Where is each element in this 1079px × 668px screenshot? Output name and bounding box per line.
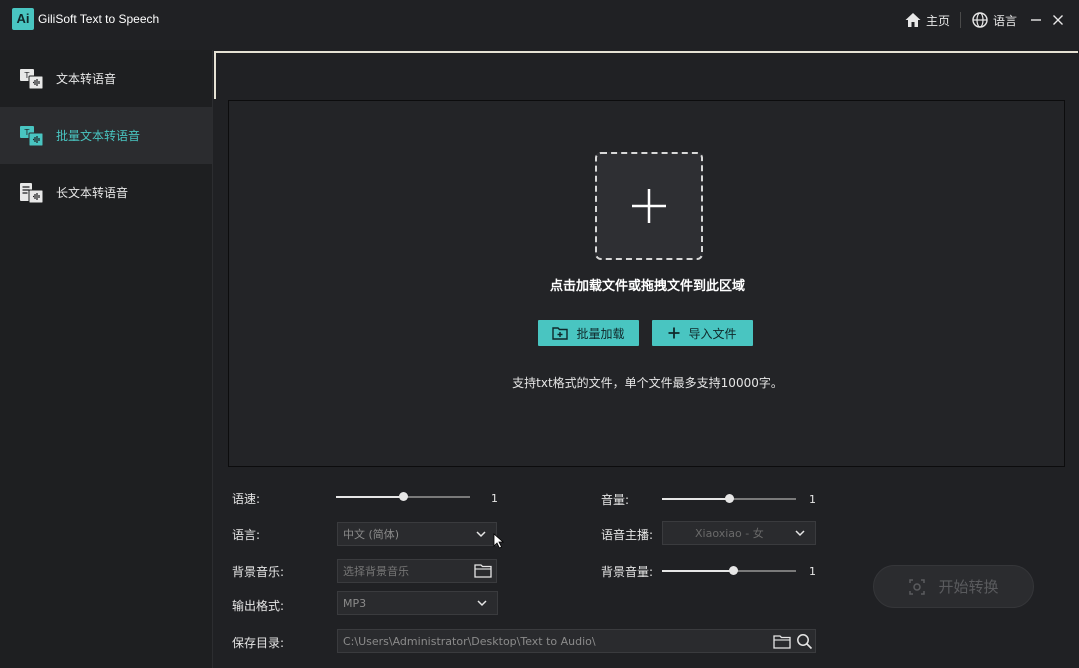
import-file-button[interactable]: 导入文件 — [652, 320, 753, 346]
sidebar-item-long-text-to-speech[interactable]: 长文本转语音 — [0, 164, 212, 221]
volume-value: 1 — [809, 493, 816, 506]
add-file-box[interactable] — [595, 152, 703, 260]
title-bar: Ai GiliSoft Text to Speech 主页 语言 — [0, 0, 1079, 40]
output-format-value: MP3 — [343, 596, 367, 610]
sidebar-item-text-to-speech[interactable]: T 文本转语音 — [0, 50, 212, 107]
globe-icon — [972, 12, 988, 28]
start-convert-label: 开始转换 — [938, 578, 999, 596]
language-label: 语言 — [992, 13, 1017, 28]
save-dir-field[interactable]: C:\Users\Administrator\Desktop\Text to A… — [337, 629, 816, 653]
language-field-label: 语言: — [232, 528, 261, 542]
sidebar-item-label: 批量文本转语音 — [56, 129, 141, 143]
bg-music-field[interactable] — [337, 559, 497, 583]
title-bar-actions: 主页 语言 — [898, 10, 1067, 30]
slider-knob[interactable] — [729, 566, 739, 575]
volume-label: 音量: — [601, 493, 630, 507]
supported-format-note: 支持txt格式的文件，单个文件最多支持10000字。 — [512, 376, 783, 390]
batch-load-button[interactable]: 批量加载 — [538, 320, 639, 346]
save-dir-label: 保存目录: — [232, 636, 285, 650]
sidebar-item-label: 长文本转语音 — [56, 186, 129, 200]
folder-icon[interactable] — [773, 634, 791, 650]
bg-volume-label: 背景音量: — [601, 565, 654, 579]
bg-volume-slider[interactable] — [662, 565, 796, 577]
drop-instruction: 点击加载文件或拖拽文件到此区域 — [549, 279, 745, 294]
sidebar: T 文本转语音 T 批量文本转语音 长文本转语音 — [0, 50, 213, 668]
long-text-to-speech-icon — [20, 182, 44, 203]
import-file-label: 导入文件 — [688, 326, 737, 341]
bg-music-label: 背景音乐: — [232, 565, 285, 579]
text-to-speech-icon: T — [20, 68, 44, 89]
plus-icon — [668, 327, 680, 339]
file-drop-zone[interactable]: 点击加载文件或拖拽文件到此区域 批量加载 导入文件 支持txt格式的文件，单个文… — [228, 100, 1065, 467]
close-icon — [1053, 15, 1063, 25]
output-format-label: 输出格式: — [232, 599, 285, 613]
save-dir-value: C:\Users\Administrator\Desktop\Text to A… — [343, 634, 596, 648]
slider-knob[interactable] — [725, 494, 734, 503]
bg-volume-value: 1 — [809, 565, 816, 578]
app-logo: Ai — [12, 8, 34, 30]
chevron-down-icon — [476, 531, 486, 538]
app-title: GiliSoft Text to Speech — [38, 12, 160, 26]
content-tab-strip — [214, 51, 1078, 99]
language-button[interactable]: 语言 — [965, 11, 1023, 29]
voice-select[interactable]: Xiaoxiao - 女 — [662, 521, 816, 545]
batch-load-label: 批量加载 — [576, 326, 625, 341]
search-icon[interactable] — [796, 633, 813, 650]
plus-icon — [632, 189, 666, 223]
folder-icon[interactable] — [474, 563, 492, 579]
language-select[interactable]: 中文 (简体) — [337, 522, 497, 546]
speed-value: 1 — [491, 492, 498, 505]
home-button[interactable]: 主页 — [898, 11, 956, 29]
convert-icon — [909, 578, 926, 595]
chevron-down-icon — [477, 600, 487, 607]
volume-slider[interactable] — [662, 493, 796, 505]
speed-label: 语速: — [232, 492, 261, 506]
slider-knob[interactable] — [399, 492, 408, 501]
mouse-cursor-icon — [493, 533, 505, 549]
voice-label: 语音主播: — [601, 528, 654, 542]
folder-add-icon — [552, 327, 569, 340]
batch-text-to-speech-icon: T — [20, 125, 44, 146]
voice-select-value: Xiaoxiao - 女 — [695, 527, 764, 540]
close-button[interactable] — [1049, 11, 1067, 29]
sidebar-item-label: 文本转语音 — [56, 72, 117, 86]
divider — [959, 12, 961, 28]
start-convert-button[interactable]: 开始转换 — [873, 565, 1034, 608]
home-label: 主页 — [925, 13, 950, 28]
speed-slider[interactable] — [336, 491, 470, 503]
sidebar-item-batch-text-to-speech[interactable]: T 批量文本转语音 — [0, 107, 212, 164]
minimize-icon — [1031, 19, 1041, 21]
language-select-value: 中文 (简体) — [343, 528, 400, 541]
minimize-button[interactable] — [1027, 11, 1045, 29]
chevron-down-icon — [795, 530, 805, 537]
output-format-select[interactable]: MP3 — [337, 591, 498, 615]
home-icon — [905, 13, 921, 27]
